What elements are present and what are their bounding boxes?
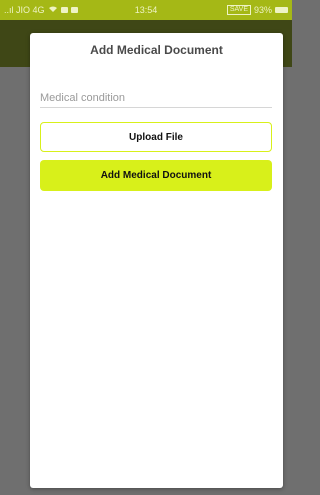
add-medical-document-button[interactable]: Add Medical Document — [40, 160, 272, 191]
medical-condition-input[interactable] — [40, 88, 272, 108]
carrier-label: ..ıl JIO 4G — [4, 5, 45, 15]
upload-file-button[interactable]: Upload File — [40, 122, 272, 152]
wifi-icon — [48, 5, 58, 15]
status-bar: ..ıl JIO 4G 13:54 SAVE 93% — [0, 0, 292, 20]
add-medical-document-dialog: Add Medical Document Upload File Add Med… — [30, 33, 283, 488]
saver-badge: SAVE — [226, 5, 251, 15]
battery-icon — [275, 7, 288, 13]
status-left: ..ıl JIO 4G — [4, 5, 78, 15]
status-right: SAVE 93% — [226, 5, 288, 15]
battery-percent: 93% — [253, 5, 272, 15]
dialog-title: Add Medical Document — [90, 43, 223, 57]
gallery-icon — [70, 7, 78, 13]
notification-icon — [60, 7, 68, 13]
